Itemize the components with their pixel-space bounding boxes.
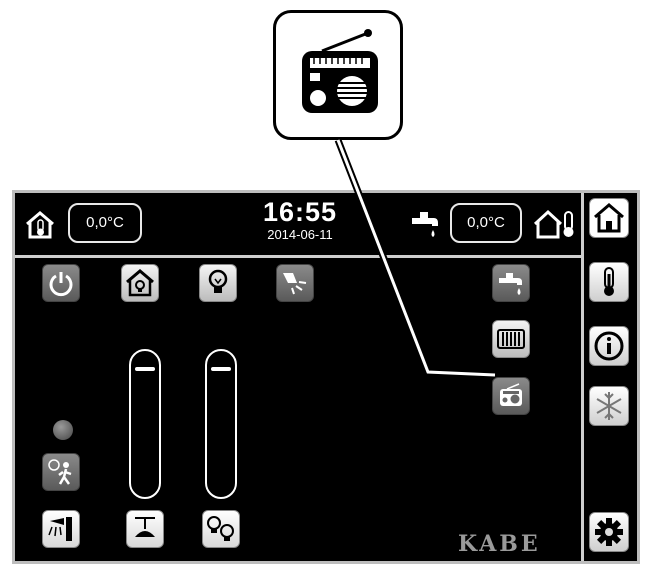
outside-temperature[interactable]: 0,0°C [450, 203, 522, 243]
wall-lamp-button[interactable] [42, 510, 80, 548]
home-light-button[interactable] [121, 264, 159, 302]
wall-lamp-icon [48, 517, 72, 541]
faucet-icon [499, 273, 522, 295]
radio-icon [500, 383, 522, 406]
inside-temperature[interactable]: 0,0°C [68, 203, 142, 243]
slider-handle[interactable] [211, 367, 231, 371]
motion-sensor-button[interactable] [42, 453, 80, 491]
awning-light-button[interactable] [276, 264, 314, 302]
info-icon [594, 331, 624, 361]
power-button[interactable] [42, 264, 80, 302]
ceiling-lamp-button[interactable] [126, 510, 164, 548]
info-button[interactable] [589, 326, 629, 366]
status-led [53, 420, 73, 440]
slider-handle[interactable] [135, 367, 155, 371]
sidebar-divider [581, 193, 584, 561]
home-thermometer-icon [26, 211, 54, 239]
home-button[interactable] [589, 198, 629, 238]
frost-button[interactable] [589, 386, 629, 426]
motion-sensor-icon [48, 459, 72, 485]
date: 2014-06-11 [267, 227, 333, 242]
radio-callout [273, 10, 403, 140]
water-heater-button[interactable] [492, 264, 530, 302]
multi-bulb-icon [207, 516, 234, 541]
radio-icon [302, 29, 378, 113]
house-bulb-icon [126, 269, 154, 297]
settings-button[interactable] [589, 512, 629, 552]
power-icon [49, 272, 73, 297]
snowflake-icon [596, 392, 622, 420]
awning-lamp-icon [283, 273, 307, 295]
clock: 16:55 2014-06-11 [240, 197, 360, 243]
house-thermometer-icon [533, 209, 574, 239]
control-panel-screen [12, 190, 640, 564]
gear-icon [595, 518, 623, 546]
multi-lamp-dimmer[interactable] [205, 349, 237, 499]
ceiling-lamp-icon [135, 517, 155, 537]
bulb-icon [208, 269, 228, 293]
home-icon [594, 203, 624, 233]
multi-lamp-button[interactable] [202, 510, 240, 548]
faucet-drop-icon[interactable] [408, 206, 442, 240]
kabe-logo: KABE [458, 531, 541, 557]
header-divider [15, 255, 583, 258]
time: 16:55 [262, 197, 338, 227]
ceiling-lamp-dimmer[interactable] [129, 349, 161, 499]
climate-button[interactable] [589, 262, 629, 302]
heater-button[interactable] [492, 320, 530, 358]
radio-button[interactable] [492, 377, 530, 415]
bulb-button[interactable] [199, 264, 237, 302]
radiator-icon [497, 329, 525, 349]
thermometer-icon [604, 267, 614, 296]
